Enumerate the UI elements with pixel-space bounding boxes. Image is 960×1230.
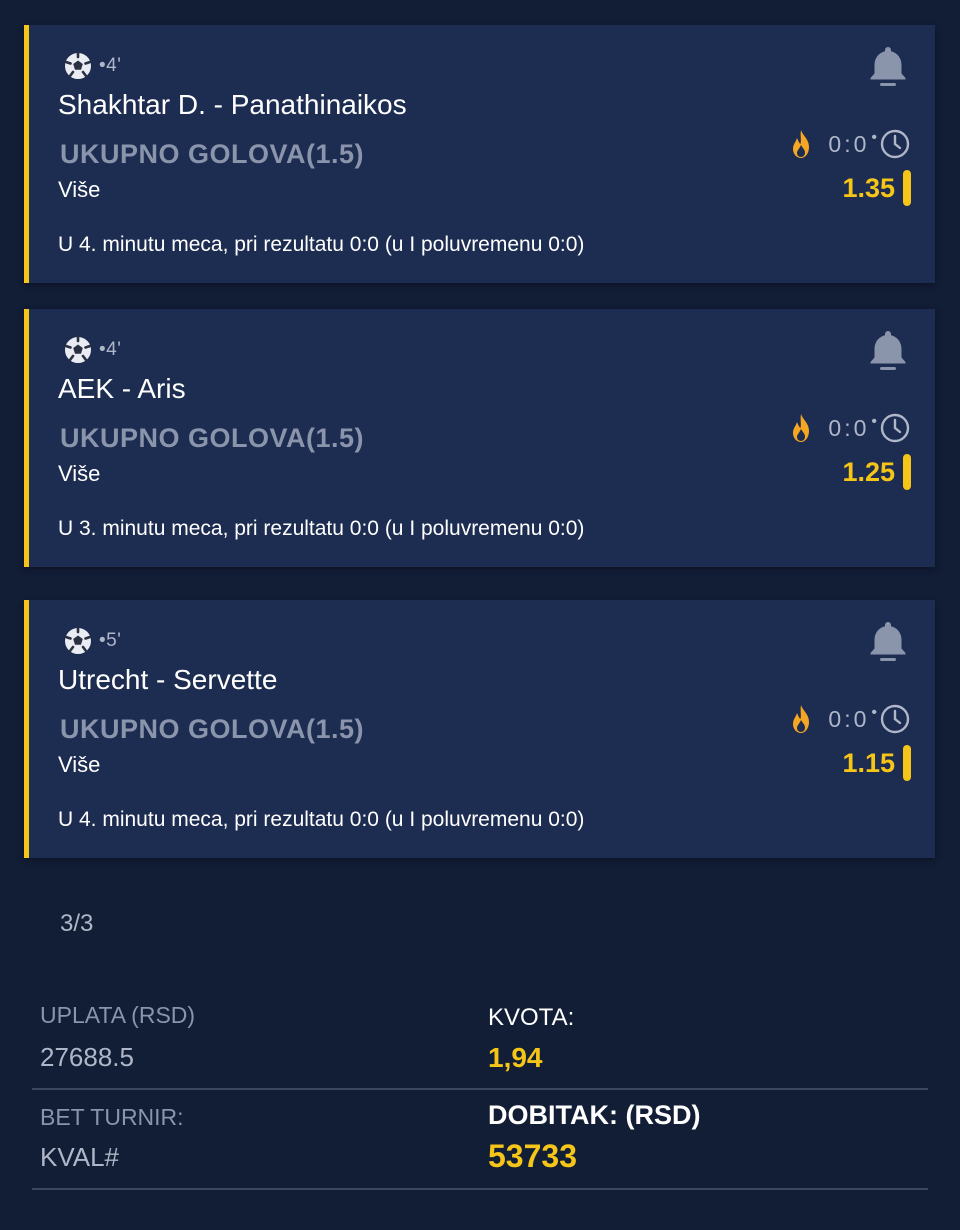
flame-icon	[793, 414, 810, 442]
live-score: 0 : 0 •	[790, 127, 911, 161]
stake-value[interactable]: 27688.5	[40, 1042, 134, 1073]
score-separator: :	[844, 414, 854, 441]
odds-box[interactable]: 1.35	[842, 169, 911, 207]
market-name: UKUPNO GOLOVA(1.5)	[60, 423, 365, 453]
match-description: U 4. minutu meca, pri rezultatu 0:0 (u I…	[58, 808, 585, 831]
clock-icon	[880, 413, 910, 443]
tournament-label: BET TURNIR:	[40, 1104, 184, 1130]
match-description: U 3. minutu meca, pri rezultatu 0:0 (u I…	[58, 517, 585, 540]
match-minute: •4'	[99, 339, 122, 360]
score-separator: :	[844, 130, 854, 157]
odds-indicator	[903, 454, 911, 490]
match-teams[interactable]: Shakhtar D. - Panathinaikos	[58, 89, 407, 121]
odds-value: 1.35	[842, 172, 895, 203]
football-icon	[64, 626, 92, 655]
summary-row-stake: UPLATA (RSD) 27688.5 KVOTA: 1,94	[32, 990, 928, 1090]
score-separator: :	[844, 705, 854, 732]
tournament-value[interactable]: KVAL#	[40, 1142, 119, 1173]
stake-label: UPLATA (RSD)	[40, 1002, 196, 1028]
match-minute: •5'	[99, 630, 122, 651]
flame-icon	[793, 705, 810, 733]
odds-box[interactable]: 1.25	[842, 453, 911, 491]
odds-label: KVOTA:	[488, 1004, 575, 1031]
score-home: 0	[828, 414, 845, 441]
bell-icon[interactable]	[865, 327, 911, 373]
match-description: U 4. minutu meca, pri rezultatu 0:0 (u I…	[58, 233, 585, 256]
odds-value: 1.25	[842, 456, 895, 487]
clock-icon	[880, 129, 910, 159]
odds-indicator	[903, 170, 911, 206]
match-teams[interactable]: Utrecht - Servette	[58, 664, 277, 696]
bell-icon[interactable]	[865, 618, 911, 664]
bell-icon[interactable]	[865, 43, 911, 89]
football-icon	[64, 335, 92, 364]
market-name: UKUPNO GOLOVA(1.5)	[60, 139, 365, 169]
payout-value: 53733	[488, 1138, 577, 1174]
pick-label: Više	[58, 461, 101, 486]
match-card[interactable]: •4' AEK - Aris UKUPNO GOLOVA(1.5) Više U…	[24, 309, 935, 567]
match-meta: •4'	[63, 335, 121, 365]
live-score: 0 : 0 •	[790, 702, 911, 736]
football-icon	[64, 51, 92, 80]
match-card[interactable]: •4' Shakhtar D. - Panathinaikos UKUPNO G…	[24, 25, 935, 283]
live-dot: •	[871, 129, 877, 146]
flame-icon	[793, 130, 810, 158]
payout-label: DOBITAK: (RSD)	[488, 1100, 701, 1130]
pick-label: Više	[58, 177, 101, 202]
live-dot: •	[871, 704, 877, 721]
summary-row-payout: BET TURNIR: KVAL# DOBITAK: (RSD) 53733	[32, 1090, 928, 1190]
ticket-summary: UPLATA (RSD) 27688.5 KVOTA: 1,94 BET TUR…	[32, 990, 928, 1190]
score-home: 0	[828, 130, 845, 157]
score-away: 0	[853, 705, 870, 732]
odds-box[interactable]: 1.15	[842, 744, 911, 782]
score-away: 0	[853, 414, 870, 441]
odds-indicator	[903, 745, 911, 781]
score-away: 0	[853, 130, 870, 157]
odds-value: 1.15	[842, 747, 895, 778]
score-home: 0	[828, 705, 845, 732]
match-card[interactable]: •5' Utrecht - Servette UKUPNO GOLOVA(1.5…	[24, 600, 935, 858]
live-dot: •	[871, 413, 877, 430]
live-score: 0 : 0 •	[790, 411, 911, 445]
match-meta: •5'	[63, 626, 121, 656]
total-odds-value: 1,94	[488, 1042, 543, 1073]
match-minute: •4'	[99, 55, 122, 76]
pick-label: Više	[58, 752, 101, 777]
clock-icon	[880, 704, 910, 734]
pager: 3/3	[60, 910, 94, 937]
match-teams[interactable]: AEK - Aris	[58, 373, 186, 405]
market-name: UKUPNO GOLOVA(1.5)	[60, 714, 365, 744]
match-meta: •4'	[63, 51, 121, 81]
